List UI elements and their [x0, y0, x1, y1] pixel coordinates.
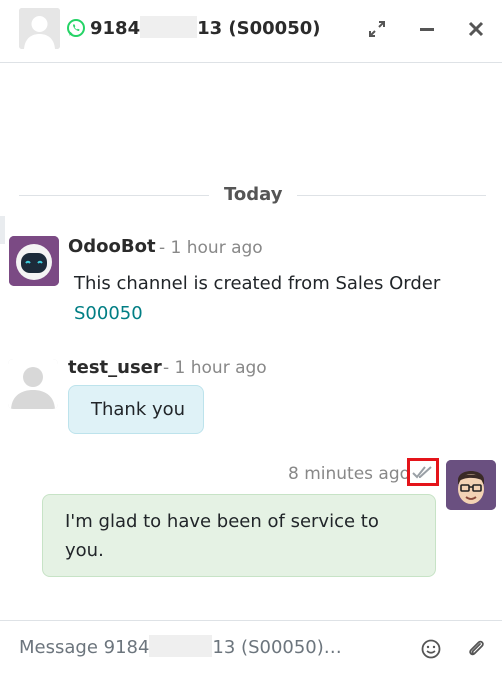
- message-text: Thank you: [91, 399, 186, 420]
- user-avatar[interactable]: [8, 359, 58, 409]
- whatsapp-icon: [67, 19, 85, 37]
- chat-title: 9184 13 (S00050): [90, 16, 320, 39]
- message-time: - 1 hour ago: [159, 238, 263, 258]
- paperclip-icon: [469, 640, 484, 656]
- attach-button[interactable]: [465, 637, 487, 659]
- message-text: This channel is created from Sales Order: [74, 273, 441, 294]
- close-button[interactable]: [464, 17, 488, 41]
- expand-button[interactable]: [365, 17, 389, 41]
- smiley-icon: [421, 639, 441, 659]
- separator-line-right: [297, 195, 486, 196]
- message-bubble-received: Thank you: [68, 385, 204, 434]
- redacted-number: [149, 635, 213, 657]
- contact-avatar[interactable]: [19, 8, 60, 49]
- minimize-icon: [420, 28, 434, 31]
- my-avatar[interactable]: [446, 460, 496, 510]
- message-author[interactable]: test_user: [68, 357, 162, 378]
- message-author[interactable]: OdooBot: [68, 236, 156, 257]
- placeholder-prefix: Message 9184: [19, 637, 150, 658]
- seen-status[interactable]: [407, 458, 439, 486]
- minimize-button[interactable]: [415, 17, 439, 41]
- message-time: 8 minutes ago: [288, 464, 411, 484]
- emoji-button[interactable]: [420, 638, 442, 660]
- placeholder-suffix: 13 (S00050)…: [212, 637, 342, 658]
- chat-window-header: 9184 13 (S00050): [0, 0, 502, 63]
- odoobot-avatar[interactable]: [9, 236, 59, 286]
- redacted-number: [140, 16, 198, 38]
- close-icon: [468, 21, 484, 37]
- message-composer: Message 9184 13 (S00050)…: [0, 620, 502, 675]
- message-text-line: you.: [65, 540, 104, 561]
- chat-title-suffix: 13 (S00050): [197, 18, 321, 39]
- chat-title-prefix: 9184: [90, 18, 141, 39]
- date-separator: Today: [224, 184, 283, 205]
- message-time: - 1 hour ago: [163, 358, 267, 378]
- expand-icon: [369, 21, 385, 37]
- scroll-indicator: [0, 216, 5, 244]
- message-text-line: I'm glad to have been of service to: [65, 511, 379, 532]
- separator-line-left: [19, 195, 209, 196]
- sales-order-link[interactable]: S00050: [74, 303, 143, 324]
- message-bubble-sent: I'm glad to have been of service to you.: [42, 494, 436, 577]
- message-input[interactable]: Message 9184 13 (S00050)…: [19, 635, 342, 658]
- double-check-icon: [412, 466, 432, 479]
